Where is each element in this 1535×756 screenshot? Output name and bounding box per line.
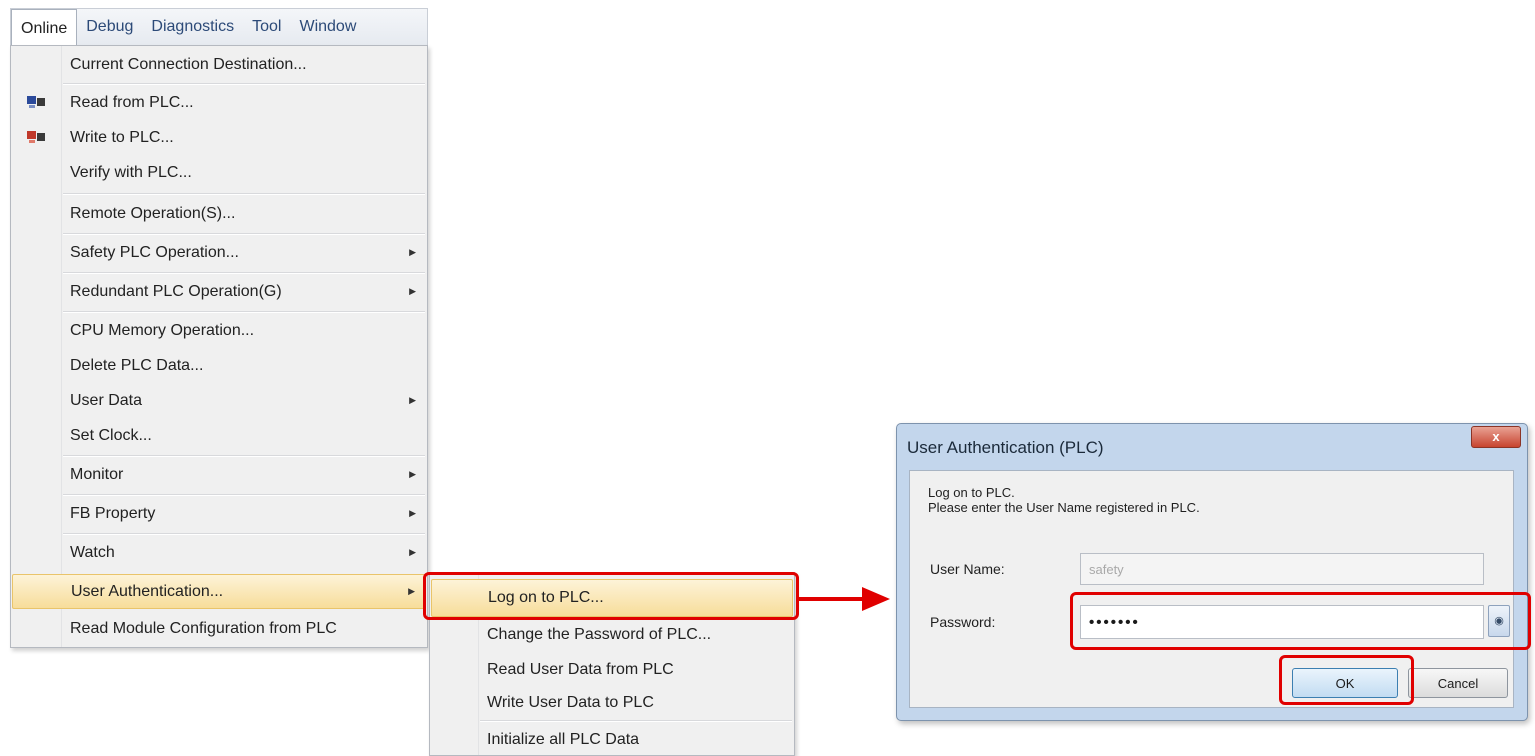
menu-item-label: Read from PLC... — [70, 93, 194, 111]
menu-item-read-from-plc[interactable]: Read from PLC... — [12, 86, 426, 119]
menu-item-label: Safety PLC Operation... — [70, 243, 239, 261]
menu-item-label: Initialize all PLC Data — [487, 730, 640, 748]
menu-separator — [63, 272, 425, 274]
menu-item-label: Remote Operation(S)... — [70, 204, 236, 222]
menu-item-delete-plc-data[interactable]: Delete PLC Data... — [12, 349, 426, 382]
menu-item-label: Redundant PLC Operation(G) — [70, 282, 282, 300]
submenu-arrow-icon: ▶ — [409, 247, 416, 257]
menu-separator — [63, 455, 425, 457]
menu-item-cpu-memory-operation[interactable]: CPU Memory Operation... — [12, 314, 426, 347]
menu-separator — [63, 193, 425, 195]
menu-window[interactable]: Window — [290, 9, 365, 45]
annotation-arrow-head-icon — [862, 587, 890, 611]
menu-item-label: Change the Password of PLC... — [487, 625, 712, 643]
menu-separator — [63, 311, 425, 313]
menu-tool[interactable]: Tool — [243, 9, 290, 45]
dialog-body: Log on to PLC. Please enter the User Nam… — [909, 470, 1514, 708]
menu-item-remote-operation[interactable]: Remote Operation(S)... — [12, 197, 426, 230]
menu-diagnostics[interactable]: Diagnostics — [142, 9, 243, 45]
menu-bar: Online Debug Diagnostics Tool Window — [10, 8, 428, 48]
menu-item-label: User Authentication... — [71, 582, 224, 600]
password-label: Password: — [930, 614, 996, 630]
menu-item-label: Watch — [70, 543, 115, 561]
menu-item-label: Delete PLC Data... — [70, 356, 204, 374]
close-button[interactable]: x — [1471, 426, 1521, 448]
menu-item-change-password[interactable]: Change the Password of PLC... — [431, 618, 793, 651]
menu-item-read-user-data[interactable]: Read User Data from PLC — [431, 653, 793, 686]
menu-item-current-connection[interactable]: Current Connection Destination... — [12, 48, 426, 81]
dialog-title: User Authentication (PLC) — [907, 438, 1104, 457]
menu-item-label: Write to PLC... — [70, 128, 174, 146]
submenu-arrow-icon: ▶ — [409, 469, 416, 479]
menu-separator — [63, 494, 425, 496]
menu-item-label: Current Connection Destination... — [70, 55, 307, 73]
ok-highlight-box — [1279, 655, 1414, 705]
menu-item-label: FB Property — [70, 504, 156, 522]
menu-item-write-user-data[interactable]: Write User Data to PLC — [431, 686, 793, 719]
submenu-arrow-icon: ▶ — [408, 586, 415, 596]
menu-item-label: Read Module Configuration from PLC — [70, 619, 337, 637]
submenu-arrow-icon: ▶ — [409, 395, 416, 405]
close-icon: x — [1492, 429, 1500, 444]
log-on-highlight-box — [423, 572, 799, 620]
menu-item-initialize-all-plc-data[interactable]: Initialize all PLC Data — [431, 723, 793, 756]
menu-item-label: Verify with PLC... — [70, 163, 192, 181]
menu-item-write-to-plc[interactable]: Write to PLC... — [12, 121, 426, 154]
menu-separator — [480, 720, 792, 722]
menu-item-label: CPU Memory Operation... — [70, 321, 255, 339]
username-label: User Name: — [930, 561, 1005, 577]
menu-item-set-clock[interactable]: Set Clock... — [12, 419, 426, 452]
menu-item-safety-plc-operation[interactable]: Safety PLC Operation... ▶ — [12, 236, 426, 269]
menu-item-label: Read User Data from PLC — [487, 660, 674, 678]
menu-item-label: Monitor — [70, 465, 124, 483]
dialog-message-line1: Log on to PLC. — [928, 485, 1015, 500]
menu-item-verify-with-plc[interactable]: Verify with PLC... — [12, 156, 426, 189]
menu-item-redundant-plc-operation[interactable]: Redundant PLC Operation(G) ▶ — [12, 275, 426, 308]
menu-item-watch[interactable]: Watch ▶ — [12, 536, 426, 569]
menu-debug[interactable]: Debug — [77, 9, 142, 45]
submenu-arrow-icon: ▶ — [409, 286, 416, 296]
menu-separator — [63, 83, 425, 85]
menu-item-label: Write User Data to PLC — [487, 693, 654, 711]
menu-item-read-module-configuration[interactable]: Read Module Configuration from PLC — [12, 612, 426, 645]
menu-item-user-data[interactable]: User Data ▶ — [12, 384, 426, 417]
online-menu: Current Connection Destination... Read f… — [10, 45, 428, 648]
cancel-button[interactable]: Cancel — [1408, 668, 1508, 698]
submenu-arrow-icon: ▶ — [409, 547, 416, 557]
menu-item-user-authentication[interactable]: User Authentication... ▶ — [12, 574, 426, 609]
menu-item-label: Set Clock... — [70, 426, 152, 444]
password-highlight-box — [1070, 592, 1531, 650]
read-from-plc-icon — [27, 96, 45, 108]
menu-item-label: User Data — [70, 391, 143, 409]
submenu-arrow-icon: ▶ — [409, 508, 416, 518]
annotation-arrow-line — [796, 597, 864, 601]
username-field: safety — [1080, 553, 1484, 585]
dialog-message-line2: Please enter the User Name registered in… — [928, 500, 1200, 515]
menu-online[interactable]: Online — [11, 8, 78, 48]
menu-separator — [63, 233, 425, 235]
write-to-plc-icon — [27, 131, 45, 143]
menu-separator — [63, 533, 425, 535]
menu-item-fb-property[interactable]: FB Property ▶ — [12, 497, 426, 530]
user-authentication-dialog: User Authentication (PLC) x Log on to PL… — [896, 423, 1528, 721]
menu-item-monitor[interactable]: Monitor ▶ — [12, 458, 426, 491]
